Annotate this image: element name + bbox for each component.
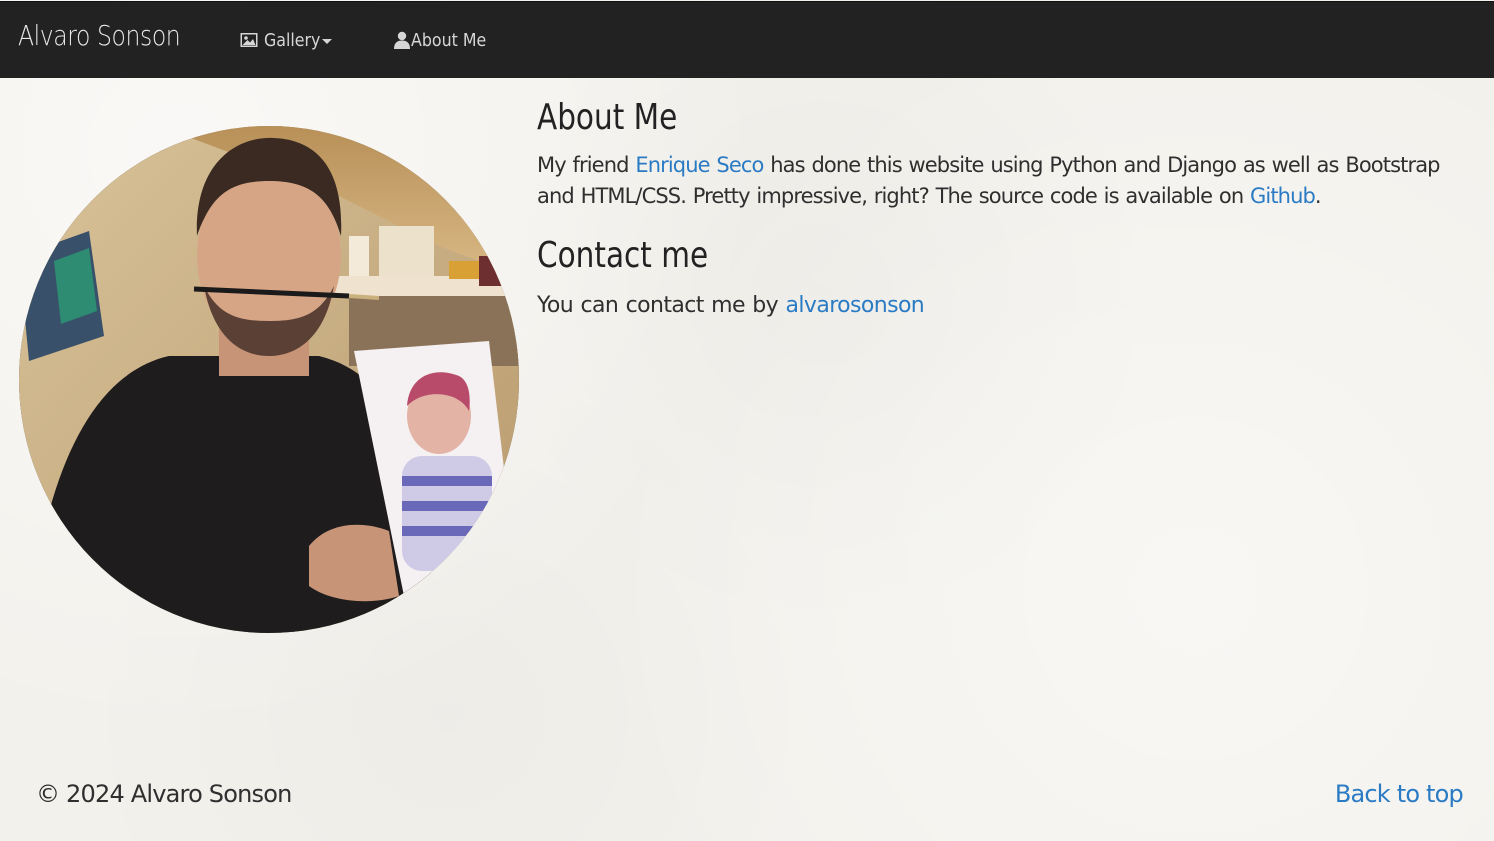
about-heading: About Me xyxy=(537,97,678,138)
contact-heading: Contact me xyxy=(537,235,709,276)
about-paragraph: My friend Enrique Seco has done this web… xyxy=(537,150,1467,212)
chevron-down-icon xyxy=(322,39,333,44)
about-text-1: My friend xyxy=(537,153,636,177)
contact-text: You can contact me by xyxy=(537,293,786,318)
brand-link[interactable]: Alvaro Sonson xyxy=(18,16,181,56)
enrique-seco-link[interactable]: Enrique Seco xyxy=(635,153,764,177)
nav-gallery-dropdown[interactable]: Gallery xyxy=(240,26,333,54)
about-text-3: . xyxy=(1314,184,1322,208)
nav-about-me[interactable]: About Me xyxy=(393,26,497,54)
picture-icon xyxy=(240,32,258,48)
main-content: About Me My friend Enrique Seco has done… xyxy=(537,92,1477,321)
back-to-top-link[interactable]: Back to top xyxy=(1335,780,1464,808)
nav-about-label: About Me xyxy=(411,29,487,51)
copyright-text: © 2024 Alvaro Sonson xyxy=(36,780,292,808)
user-icon xyxy=(393,31,411,49)
contact-link[interactable]: alvarosonson xyxy=(786,293,925,318)
github-link[interactable]: Github xyxy=(1250,184,1316,208)
profile-photo xyxy=(19,126,519,633)
top-navbar: Alvaro Sonson Gallery About Me xyxy=(0,1,1494,78)
contact-paragraph: You can contact me by alvarosonson xyxy=(537,290,1477,321)
nav-gallery-label: Gallery xyxy=(264,29,321,51)
